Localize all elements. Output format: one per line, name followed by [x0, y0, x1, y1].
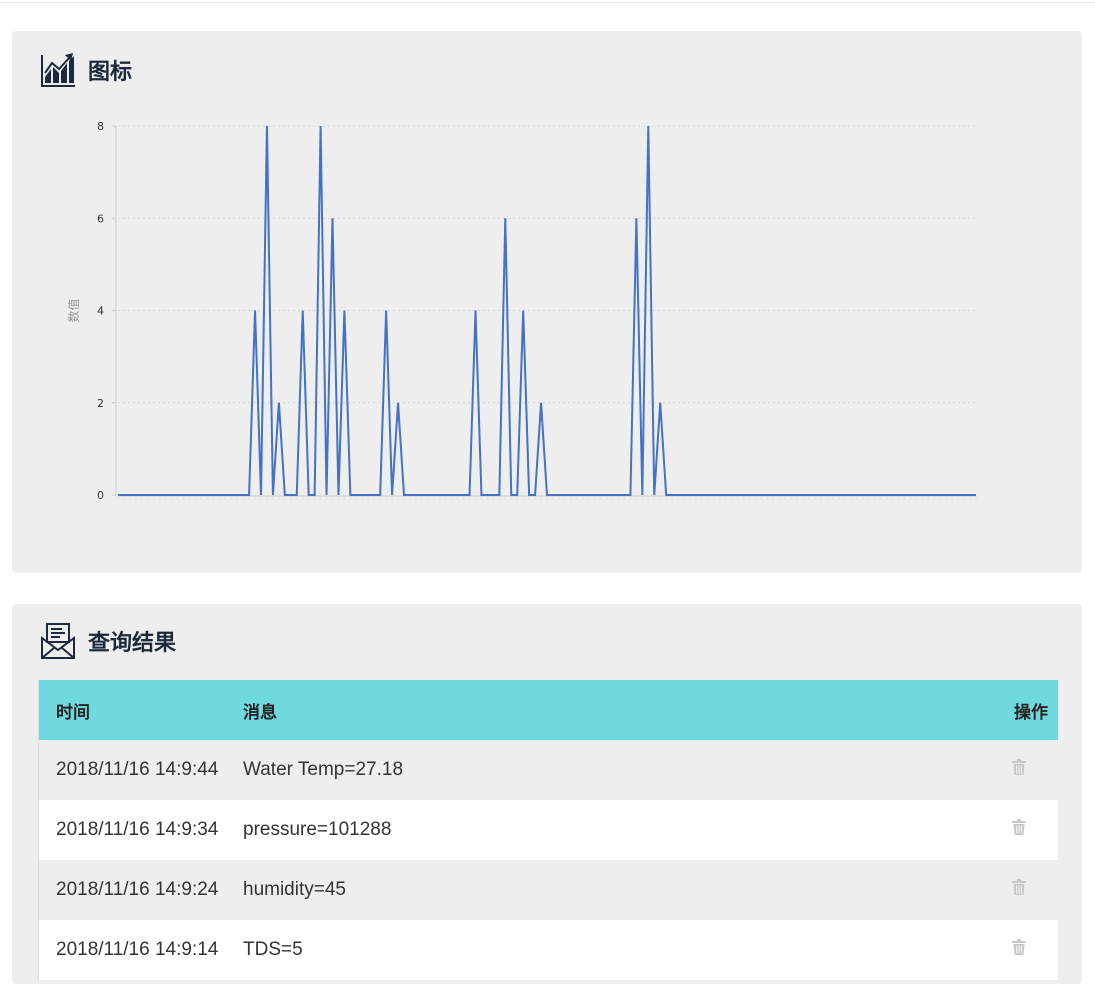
- delete-button[interactable]: [971, 740, 1058, 800]
- table-row: 2018/11/16 14:9:14 TDS=5: [38, 920, 1058, 980]
- y-tick-label: 4: [97, 305, 104, 318]
- results-panel: 查询结果 时间 消息 操作 2018/11/16 14:9:44 Water T…: [12, 604, 1082, 984]
- table-row: 2018/11/16 14:9:44 Water Temp=27.18: [38, 740, 1058, 800]
- y-tick-label: 8: [97, 120, 104, 133]
- table-row: 2018/11/16 14:9:24 humidity=45: [38, 860, 1058, 920]
- delete-button[interactable]: [971, 920, 1058, 980]
- row-time: 2018/11/16 14:9:14: [38, 920, 226, 980]
- trash-icon[interactable]: [1012, 879, 1026, 895]
- row-time: 2018/11/16 14:9:44: [38, 740, 226, 800]
- row-message: Water Temp=27.18: [226, 740, 971, 800]
- trash-icon[interactable]: [1012, 759, 1026, 775]
- column-header-message: 消息: [226, 680, 971, 740]
- trash-icon[interactable]: [1012, 819, 1026, 835]
- y-axis-title: 数值: [66, 298, 81, 322]
- envelope-message-icon: [40, 622, 76, 660]
- row-message: pressure=101288: [226, 800, 971, 860]
- y-tick-label: 6: [97, 212, 104, 225]
- results-table: 时间 消息 操作 2018/11/16 14:9:44 Water Temp=2…: [38, 680, 1058, 980]
- delete-button[interactable]: [971, 800, 1058, 860]
- y-tick-label: 0: [97, 489, 104, 502]
- line-chart: 0 2 4 6 8 数值: [66, 120, 977, 502]
- row-time: 2018/11/16 14:9:34: [38, 800, 226, 860]
- row-message: TDS=5: [226, 920, 971, 980]
- table-row: 2018/11/16 14:9:34 pressure=101288: [38, 800, 1058, 860]
- y-tick-label: 2: [97, 397, 104, 410]
- delete-button[interactable]: [971, 860, 1058, 920]
- trash-icon[interactable]: [1012, 939, 1026, 955]
- row-message: humidity=45: [226, 860, 971, 920]
- row-time: 2018/11/16 14:9:24: [38, 860, 226, 920]
- column-header-time: 时间: [38, 680, 226, 740]
- series-line: [118, 125, 976, 496]
- results-panel-header: 查询结果: [40, 622, 176, 660]
- table-header-row: 时间 消息 操作: [38, 680, 1058, 740]
- column-header-action: 操作: [971, 680, 1058, 740]
- results-panel-title: 查询结果: [88, 631, 177, 656]
